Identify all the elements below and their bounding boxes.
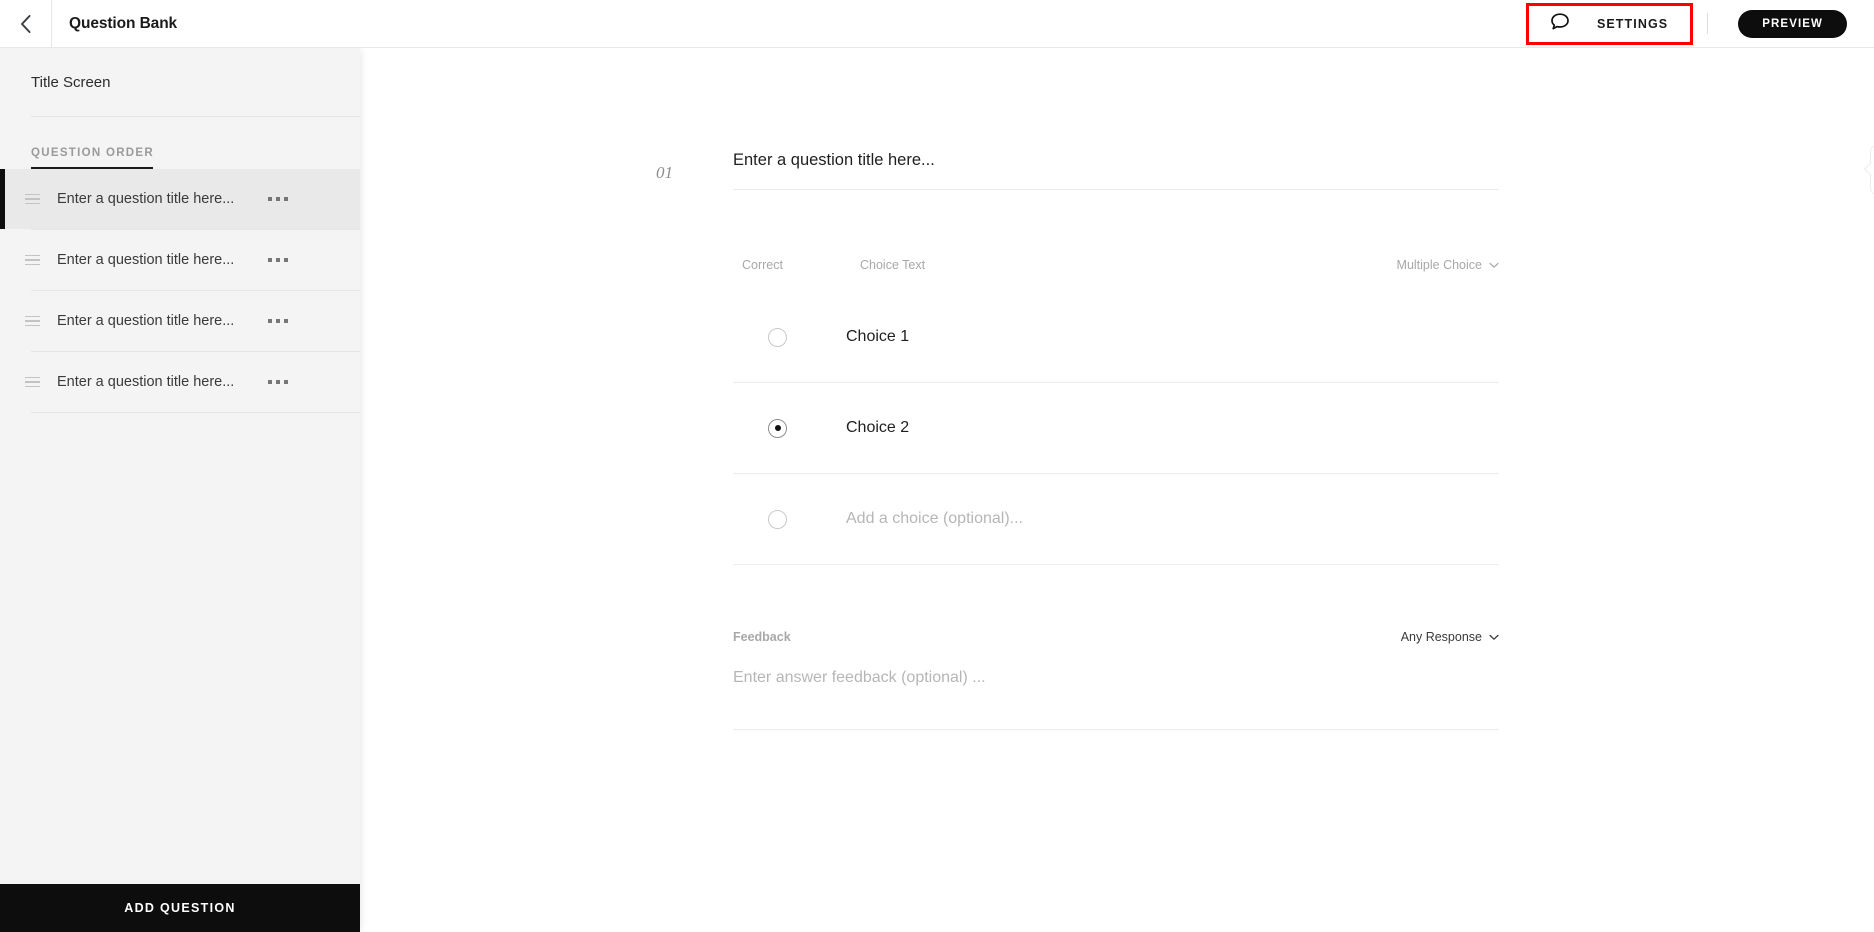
question-list: Enter a question title here... Enter a q… [0,169,360,413]
choices-header-row: Correct Choice Text Multiple Choice [733,258,1499,272]
choice-text-input[interactable] [846,328,1406,346]
choice-correct-radio[interactable] [768,509,787,529]
question-list-item[interactable]: Enter a question title here... [0,169,360,229]
choice-rows [733,292,1499,565]
question-number: 01 [656,163,673,182]
drag-handle-icon[interactable] [25,376,40,388]
question-title-input[interactable] [733,151,1499,190]
speech-bubble-icon [1549,11,1571,38]
question-list-item-label: Enter a question title here... [57,191,235,207]
feedback-label: Feedback [733,630,791,644]
question-type-label: Multiple Choice [1396,258,1482,272]
add-image-button[interactable] [1870,146,1874,194]
more-options-icon[interactable] [266,189,290,209]
chevron-left-icon [19,14,32,34]
document-title: Question Bank [69,14,178,32]
question-type-dropdown[interactable]: Multiple Choice [1397,258,1499,272]
sidebar: Title Screen QUESTION ORDER Enter a ques… [0,48,360,932]
top-bar-spacer [177,0,1526,47]
question-order-heading: QUESTION ORDER [31,147,154,159]
column-header-choice-text: Choice Text [860,258,926,272]
question-editor-panel: 01 Correct Choice Text Multiple Choice [360,48,1874,932]
choice-row [733,474,1499,565]
feedback-input[interactable] [733,669,1499,730]
feedback-section: Feedback Any Response [733,626,1499,730]
settings-button[interactable]: SETTINGS [1525,3,1694,45]
more-options-icon[interactable] [266,250,290,270]
question-list-item-label: Enter a question title here... [57,313,235,329]
choice-text-input[interactable] [846,419,1406,437]
question-bank-editor: Question Bank SETTINGS PREVIEW Title Scr… [0,0,1874,932]
preview-button[interactable]: PREVIEW [1738,9,1847,38]
question-list-item[interactable]: Enter a question title here... [0,230,360,290]
question-list-item[interactable]: Enter a question title here... [0,291,360,351]
drag-handle-icon[interactable] [25,315,40,327]
question-list-divider [31,412,360,413]
column-header-correct: Correct [742,258,783,272]
question-list-item[interactable]: Enter a question title here... [0,352,360,412]
question-title-field [733,151,1499,190]
chevron-down-icon [1489,630,1499,644]
preview-zone: PREVIEW [1708,0,1874,47]
sidebar-item-title-screen[interactable]: Title Screen [0,48,360,116]
more-options-icon[interactable] [266,372,290,392]
top-bar-actions: SETTINGS PREVIEW [1525,0,1874,47]
more-options-icon[interactable] [266,311,290,331]
question-list-item-label: Enter a question title here... [57,252,235,268]
top-bar: Question Bank SETTINGS PREVIEW [0,0,1874,48]
settings-label: SETTINGS [1596,17,1669,31]
feedback-header: Feedback Any Response [733,626,1499,648]
choice-row [733,383,1499,474]
drag-handle-icon[interactable] [25,193,40,205]
drag-handle-icon[interactable] [25,254,40,266]
response-scope-label: Any Response [1400,630,1482,644]
choice-row [733,292,1499,383]
add-question-button[interactable]: ADD QUESTION [0,884,360,932]
question-list-item-label: Enter a question title here... [57,374,235,390]
choice-correct-radio[interactable] [768,418,787,438]
response-scope-dropdown[interactable]: Any Response [1401,630,1499,644]
back-button[interactable] [0,0,52,47]
add-choice-input[interactable] [846,510,1406,528]
chevron-down-icon [1489,258,1499,272]
choice-correct-radio[interactable] [768,327,787,347]
